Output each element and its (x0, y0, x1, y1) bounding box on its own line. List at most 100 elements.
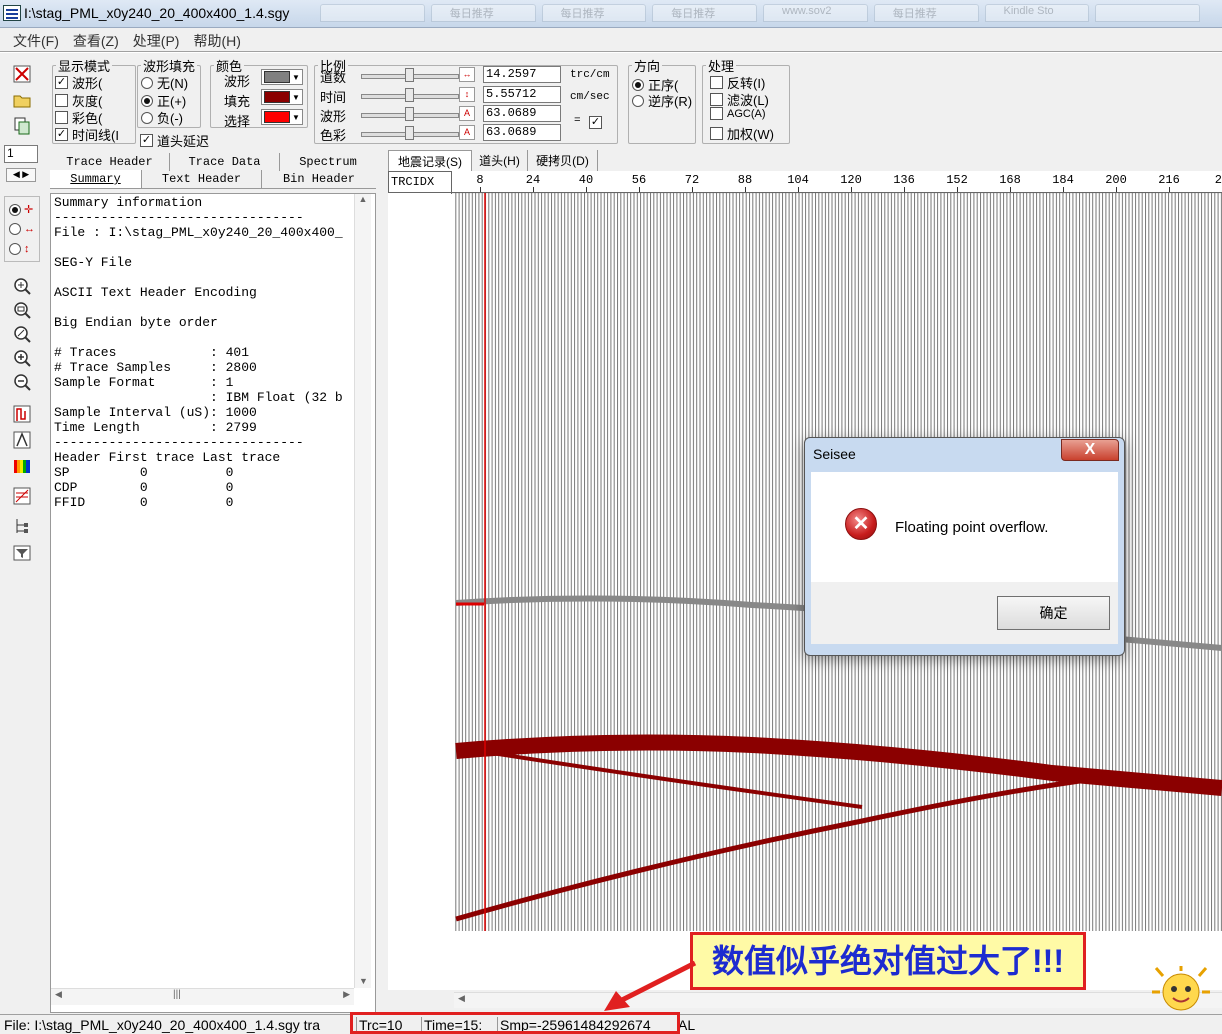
annotation-text: 数值似乎绝对值过大了!!! (712, 943, 1064, 979)
h-mode-radio[interactable]: ↔ (9, 223, 35, 235)
x-tick-label: 136 (893, 173, 915, 187)
menu-process[interactable]: 处理(P) (126, 29, 187, 51)
tab-seismic-record[interactable]: 地震记录(S) (388, 150, 472, 172)
title-bar: I:\stag_PML_x0y240_20_400x400_1.4.sgy 每日… (0, 0, 1222, 28)
color-a-icon[interactable]: A (459, 125, 475, 140)
time-slider[interactable] (361, 88, 459, 102)
dialog-title: Seisee (813, 446, 856, 462)
error-dialog: Seisee X ✕ Floating point overflow. 确定 (804, 437, 1125, 656)
color-wave-label: 波形 (224, 74, 251, 89)
traces-unit-label: trc/cm (570, 69, 610, 81)
summary-line: Time Length : 2799 (54, 420, 257, 435)
color-palette-icon[interactable] (10, 455, 34, 477)
color-slider[interactable] (361, 126, 459, 140)
tab-trace-headers[interactable]: 道头(H) (472, 150, 528, 172)
menu-help[interactable]: 帮助(H) (186, 29, 247, 51)
tab-bin-header[interactable]: Bin Header (262, 170, 376, 188)
x-tick-mark (692, 187, 693, 192)
zoom-reset-icon[interactable] (10, 323, 34, 345)
plot-horizontal-scrollbar[interactable]: ◀ (454, 992, 1222, 1008)
tab-trace-data[interactable]: Trace Data (170, 153, 280, 171)
x-tick-label: 216 (1158, 173, 1180, 187)
x-tick-mark (1116, 187, 1117, 192)
time-unit-label: cm/sec (570, 91, 610, 103)
dialog-close-button[interactable]: X (1061, 439, 1119, 461)
tab-text-header[interactable]: Text Header (142, 170, 262, 188)
horizontal-arrow-icon[interactable]: ↔ (459, 67, 475, 82)
smiley-sticker-icon (1152, 966, 1210, 1011)
browser-tab: 每日推荐 (652, 4, 757, 22)
traces-scale-input[interactable]: 14.2597 (483, 66, 561, 83)
clear-icon[interactable] (10, 63, 34, 85)
order-reverse-radio[interactable]: 逆序(R) (632, 91, 692, 110)
summary-line: File : I:\stag_PML_x0y240_20_400x400_ (54, 225, 343, 240)
summary-line: : IBM Float (32 b (54, 390, 343, 405)
color-scale-input[interactable]: 63.0689 (483, 124, 561, 141)
color-fill-label: 填充 (224, 94, 251, 109)
chart-icon[interactable] (10, 485, 34, 507)
wave-color-select[interactable]: ▼ (261, 69, 303, 85)
scale-color-label: 色彩 (320, 128, 347, 143)
display-wiggle-checkbox[interactable]: ✓ 波形( (55, 73, 102, 92)
select-color-select[interactable]: ▼ (261, 109, 303, 125)
zoom-in-icon[interactable] (10, 347, 34, 369)
trace-spin-input[interactable]: 1 (4, 145, 38, 163)
summary-line: Header First trace Last trace (54, 450, 281, 465)
summary-line: ASCII Text Header Encoding (54, 285, 257, 300)
fill-negative-radio[interactable]: 负(-) (141, 108, 183, 127)
spin-arrows[interactable]: ◀ ▶ (6, 168, 36, 182)
amplitude-a-icon[interactable]: A (459, 106, 475, 121)
trace-delay-checkbox[interactable]: ✓ 道头延迟 (140, 131, 209, 150)
tab-summary[interactable]: Summary (50, 170, 142, 188)
menu-file[interactable]: 文件(F) (6, 29, 66, 51)
vertical-arrow-icon[interactable]: ↕ (459, 87, 475, 102)
tab-spectrum[interactable]: Spectrum (280, 153, 376, 171)
ok-button[interactable]: 确定 (997, 596, 1110, 630)
time-scale-input[interactable]: 5.55712 (483, 86, 561, 103)
x-tick-mark (586, 187, 587, 192)
x-tick-mark (1010, 187, 1011, 192)
x-tick-label: 72 (684, 173, 700, 187)
tree-icon[interactable] (10, 515, 34, 537)
wave-scale-input[interactable]: 63.0689 (483, 105, 561, 122)
zoom-fit-icon[interactable] (10, 275, 34, 297)
copy-icon[interactable] (10, 115, 34, 137)
menu-view[interactable]: 查看(Z) (66, 29, 126, 51)
x-tick-label: 24 (525, 173, 541, 187)
mode-radio-group: ✛ ↔ ↕ (4, 196, 40, 262)
pan-mode-radio[interactable]: ✛ (9, 203, 33, 216)
tab-trace-header[interactable]: Trace Header (50, 153, 170, 171)
tab-hardcopy[interactable]: 硬拷贝(D) (528, 150, 598, 172)
summary-line: FFID 0 0 (54, 495, 234, 510)
wiggle-icon[interactable] (10, 403, 34, 425)
zoom-window-icon[interactable] (10, 299, 34, 321)
v-mode-radio[interactable]: ↕ (9, 243, 30, 255)
equal-scale-checkbox[interactable]: ✓ (589, 114, 602, 129)
x-tick-label: 23 (1214, 173, 1222, 187)
zoom-out-icon[interactable] (10, 371, 34, 393)
fill-none-radio[interactable]: 无(N) (141, 73, 188, 92)
wave-slider[interactable] (361, 107, 459, 121)
status-file: File: I:\stag_PML_x0y240_20_400x400_1.4.… (4, 1017, 320, 1033)
annotation-callout: 数值似乎绝对值过大了!!! (690, 932, 1086, 990)
x-tick-mark (904, 187, 905, 192)
background-browser-tabs: 每日推荐 每日推荐 每日推荐 www.sov2 每日推荐 Kindle Sto (320, 4, 1200, 24)
x-tick-label: 200 (1105, 173, 1127, 187)
agc-checkbox[interactable]: AGC(A) (710, 107, 766, 120)
display-timeline-checkbox[interactable]: ✓ 时间线(I (55, 125, 119, 144)
traces-slider[interactable] (361, 68, 459, 82)
trcidx-label: TRCIDX (388, 171, 452, 193)
weight-checkbox[interactable]: 加权(W) (710, 124, 774, 143)
open-folder-icon[interactable] (10, 89, 34, 111)
fill-color-select[interactable]: ▼ (261, 89, 303, 105)
summary-horizontal-scrollbar[interactable]: ◀ ||| ▶ (51, 988, 354, 1005)
summary-line (54, 240, 354, 255)
summary-vertical-scrollbar[interactable]: ▲ ▼ (354, 194, 371, 988)
filter-icon[interactable] (10, 542, 34, 564)
app-icon (3, 5, 21, 21)
x-tick-label: 152 (946, 173, 968, 187)
amplitude-icon[interactable] (10, 429, 34, 451)
error-icon: ✕ (845, 508, 877, 540)
x-tick-label: 120 (840, 173, 862, 187)
x-tick-mark (1063, 187, 1064, 192)
